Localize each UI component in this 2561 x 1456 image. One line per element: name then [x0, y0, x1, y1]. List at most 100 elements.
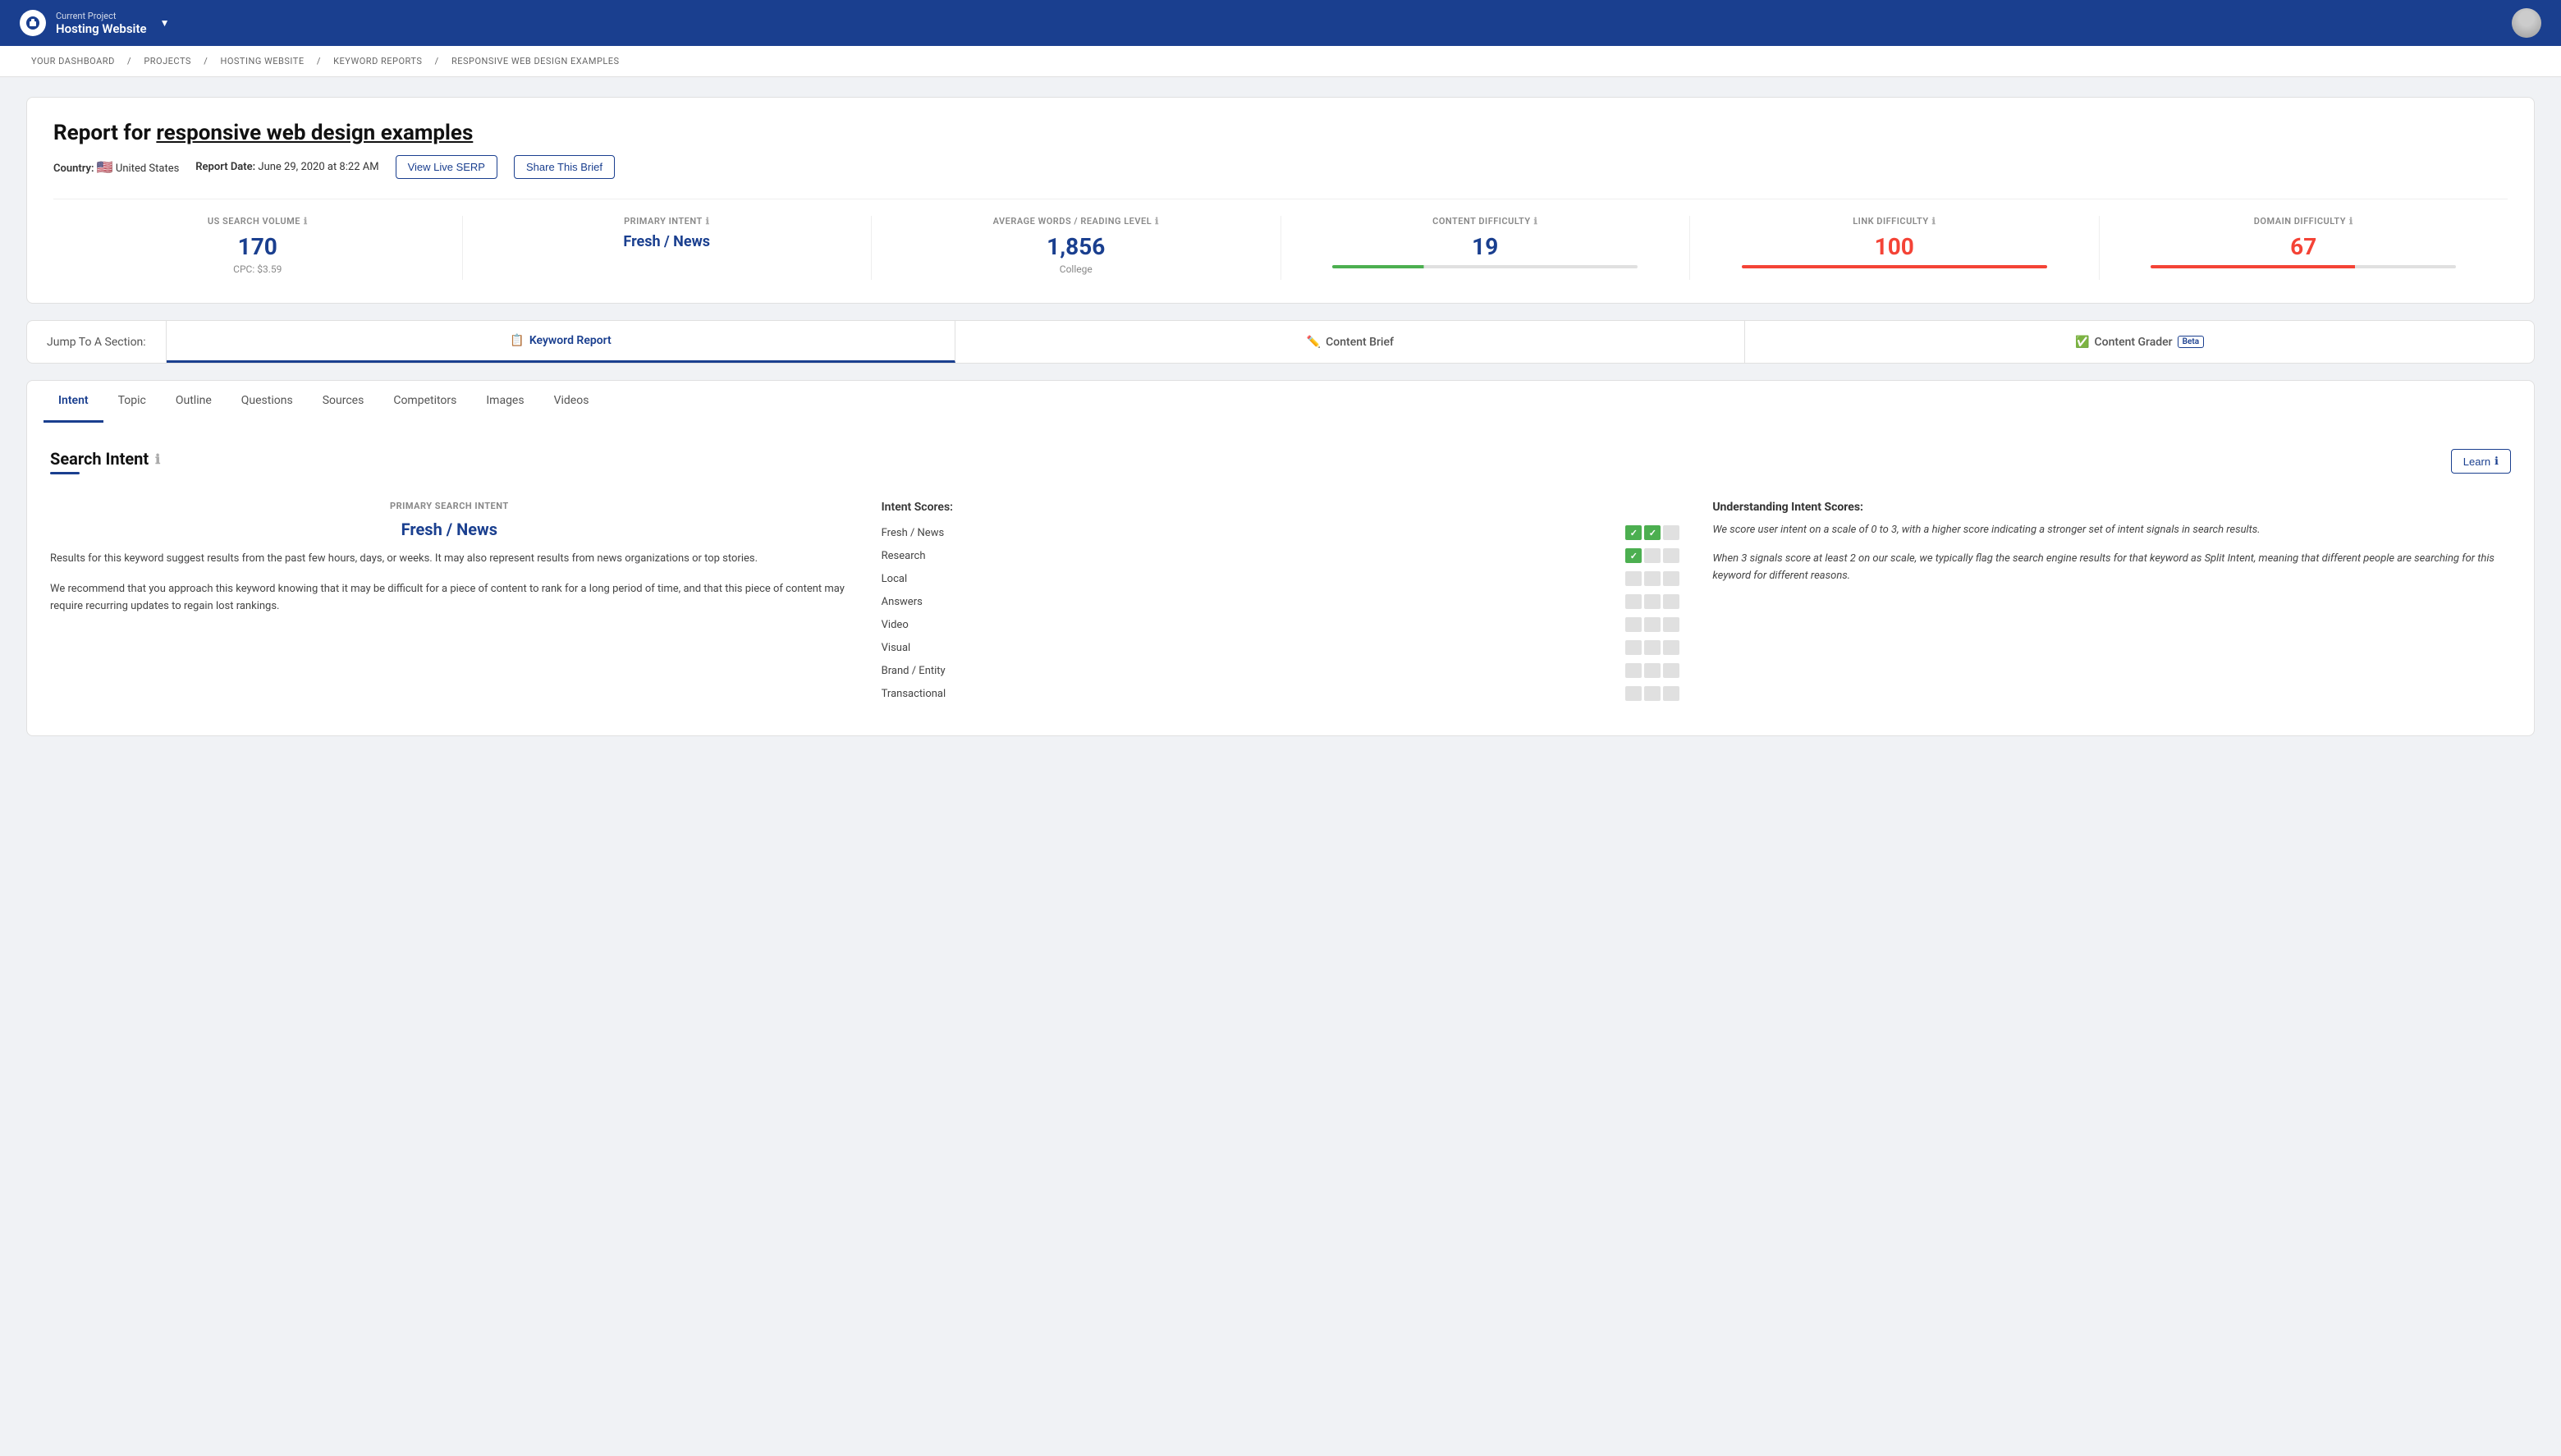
- main-content: Report for responsive web design example…: [0, 77, 2561, 756]
- share-this-brief-button[interactable]: Share This Brief: [514, 155, 615, 179]
- tab-competitors[interactable]: Competitors: [378, 381, 471, 423]
- tab-images[interactable]: Images: [471, 381, 538, 423]
- stat-label-link-diff: LINK DIFFICULTY ℹ: [1703, 216, 2086, 227]
- link-diff-bar: [1742, 265, 2047, 268]
- view-live-serp-button[interactable]: View Live SERP: [396, 155, 497, 179]
- score-box-t2: [1644, 686, 1661, 701]
- score-row-video: Video: [882, 617, 1680, 632]
- section-header-row: Search Intent ℹ Learn ℹ: [50, 449, 2511, 497]
- score-name-video: Video: [882, 619, 980, 631]
- score-name-brand: Brand / Entity: [882, 665, 980, 677]
- jump-tab-content-grader[interactable]: ✅ Content Grader Beta: [1745, 321, 2534, 363]
- info-icon-volume[interactable]: ℹ: [304, 216, 308, 227]
- breadcrumb-dashboard[interactable]: YOUR DASHBOARD: [31, 56, 115, 66]
- content-grader-label: Content Grader: [2095, 336, 2173, 349]
- tab-videos[interactable]: Videos: [539, 381, 604, 423]
- score-box-r3: [1663, 548, 1679, 563]
- score-box-b1: [1625, 663, 1642, 678]
- score-boxes-brand: [1625, 663, 1679, 678]
- jump-tab-content-brief[interactable]: ✏️ Content Brief: [955, 321, 1745, 363]
- info-icon-link-diff[interactable]: ℹ: [1932, 216, 1936, 227]
- stat-value-link-diff: 100: [1703, 233, 2086, 260]
- understanding-text-2: When 3 signals score at least 2 on our s…: [1712, 551, 2511, 585]
- stat-avg-words: AVERAGE WORDS / READING LEVEL ℹ 1,856 Co…: [872, 216, 1281, 280]
- stat-value-intent[interactable]: Fresh / News: [476, 233, 859, 250]
- stat-label-words: AVERAGE WORDS / READING LEVEL ℹ: [885, 216, 1267, 227]
- info-icon-domain-diff[interactable]: ℹ: [2349, 216, 2353, 227]
- primary-intent-label: PRIMARY SEARCH INTENT: [50, 501, 849, 511]
- report-title-prefix: Report for: [53, 121, 156, 145]
- score-boxes-answers: [1625, 594, 1679, 609]
- project-dropdown-arrow[interactable]: ▼: [160, 17, 170, 29]
- score-box-vi3: [1663, 640, 1679, 655]
- report-card: Report for responsive web design example…: [26, 97, 2535, 304]
- jump-nav: Jump To A Section: 📋 Keyword Report ✏️ C…: [26, 320, 2535, 364]
- breadcrumb-current: RESPONSIVE WEB DESIGN EXAMPLES: [451, 56, 620, 66]
- top-navigation: Current Project Hosting Website ▼: [0, 0, 2561, 46]
- breadcrumb-sep-4: /: [435, 56, 442, 66]
- stat-label-content-diff: CONTENT DIFFICULTY ℹ: [1294, 216, 1677, 227]
- project-name: Hosting Website: [56, 21, 147, 36]
- tab-questions[interactable]: Questions: [227, 381, 308, 423]
- jump-nav-tabs: 📋 Keyword Report ✏️ Content Brief ✅ Cont…: [167, 321, 2534, 363]
- report-keyword-link[interactable]: responsive web design examples: [156, 121, 473, 145]
- score-row-research: Research ✓: [882, 548, 1680, 563]
- score-boxes-video: [1625, 617, 1679, 632]
- info-icon-intent[interactable]: ℹ: [706, 216, 710, 227]
- stat-sub-words: College: [885, 263, 1267, 275]
- stat-label-volume: US SEARCH VOLUME ℹ: [66, 216, 449, 227]
- tab-sources[interactable]: Sources: [308, 381, 379, 423]
- score-box-vi1: [1625, 640, 1642, 655]
- intent-scores-col: Intent Scores: Fresh / News ✓ ✓ Research: [882, 501, 1680, 709]
- understanding-col: Understanding Intent Scores: We score us…: [1712, 501, 2511, 709]
- report-country: Country: 🇺🇸 United States: [53, 159, 179, 175]
- breadcrumb-sep-2: /: [204, 56, 210, 66]
- intent-description-1: Results for this keyword suggest results…: [50, 551, 849, 568]
- info-icon-words[interactable]: ℹ: [1155, 216, 1159, 227]
- project-icon: [20, 10, 46, 36]
- jump-tab-keyword-report[interactable]: 📋 Keyword Report: [167, 321, 956, 363]
- stat-label-intent: PRIMARY INTENT ℹ: [476, 216, 859, 227]
- intent-scores-title: Intent Scores:: [882, 501, 1680, 514]
- breadcrumb-sep-1: /: [127, 56, 134, 66]
- score-boxes-fresh: ✓ ✓: [1625, 525, 1679, 540]
- breadcrumb-hosting[interactable]: HOSTING WEBSITE: [220, 56, 304, 66]
- breadcrumb-keyword-reports[interactable]: KEYWORD REPORTS: [333, 56, 422, 66]
- score-box-l1: [1625, 571, 1642, 586]
- learn-icon: ℹ: [2495, 455, 2499, 468]
- info-icon-content-diff[interactable]: ℹ: [1534, 216, 1538, 227]
- info-icon-section[interactable]: ℹ: [155, 451, 160, 467]
- section-title-text: Search Intent: [50, 449, 149, 469]
- content-area: Search Intent ℹ Learn ℹ PRIMARY SEARCH I…: [26, 423, 2535, 736]
- breadcrumb-sep-3: /: [317, 56, 323, 66]
- score-box-t1: [1625, 686, 1642, 701]
- stat-primary-intent: PRIMARY INTENT ℹ Fresh / News: [463, 216, 873, 280]
- learn-label: Learn: [2463, 456, 2490, 468]
- score-row-visual: Visual: [882, 640, 1680, 655]
- breadcrumb-projects[interactable]: PROJECTS: [144, 56, 191, 66]
- country-value: United States: [116, 163, 179, 175]
- stat-content-difficulty: CONTENT DIFFICULTY ℹ 19: [1281, 216, 1691, 280]
- score-box-v3: [1663, 617, 1679, 632]
- jump-nav-label: Jump To A Section:: [27, 321, 167, 363]
- score-name-fresh: Fresh / News: [882, 527, 980, 539]
- section-underline: [50, 472, 80, 474]
- content-brief-label: Content Brief: [1326, 336, 1394, 349]
- project-label: Current Project: [56, 11, 147, 21]
- stat-value-volume: 170: [66, 233, 449, 260]
- score-boxes-transactional: [1625, 686, 1679, 701]
- keyword-report-icon: 📋: [510, 334, 524, 347]
- tab-intent[interactable]: Intent: [44, 381, 103, 423]
- score-name-research: Research: [882, 550, 980, 562]
- learn-button[interactable]: Learn ℹ: [2451, 449, 2511, 474]
- beta-badge: Beta: [2178, 336, 2204, 348]
- report-date-label: Report Date:: [195, 161, 255, 173]
- user-avatar[interactable]: [2512, 8, 2541, 38]
- stat-label-domain-diff: DOMAIN DIFFICULTY ℹ: [2113, 216, 2495, 227]
- tab-outline[interactable]: Outline: [161, 381, 227, 423]
- project-selector[interactable]: Current Project Hosting Website ▼: [20, 10, 169, 36]
- tab-topic[interactable]: Topic: [103, 381, 161, 423]
- score-box-a1: [1625, 594, 1642, 609]
- score-box-1: ✓: [1625, 525, 1642, 540]
- stat-us-search-volume: US SEARCH VOLUME ℹ 170 CPC: $3.59: [53, 216, 463, 280]
